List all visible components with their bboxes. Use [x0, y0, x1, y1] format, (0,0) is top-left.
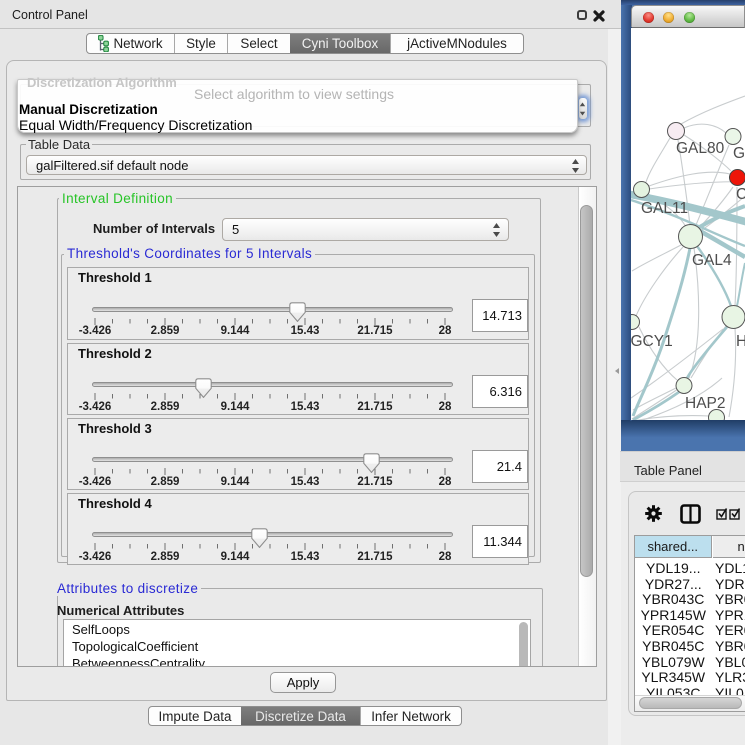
svg-text:CB: CB [736, 186, 745, 203]
svg-text:HAP2: HAP2 [685, 395, 726, 412]
svg-text:GAL80: GAL80 [676, 140, 725, 157]
svg-text:GCY1: GCY1 [631, 333, 673, 350]
svg-text:GAL4: GAL4 [692, 252, 732, 269]
svg-text:H: H [736, 333, 745, 350]
svg-text:GA: GA [733, 145, 745, 162]
svg-text:GAL11: GAL11 [641, 200, 688, 217]
